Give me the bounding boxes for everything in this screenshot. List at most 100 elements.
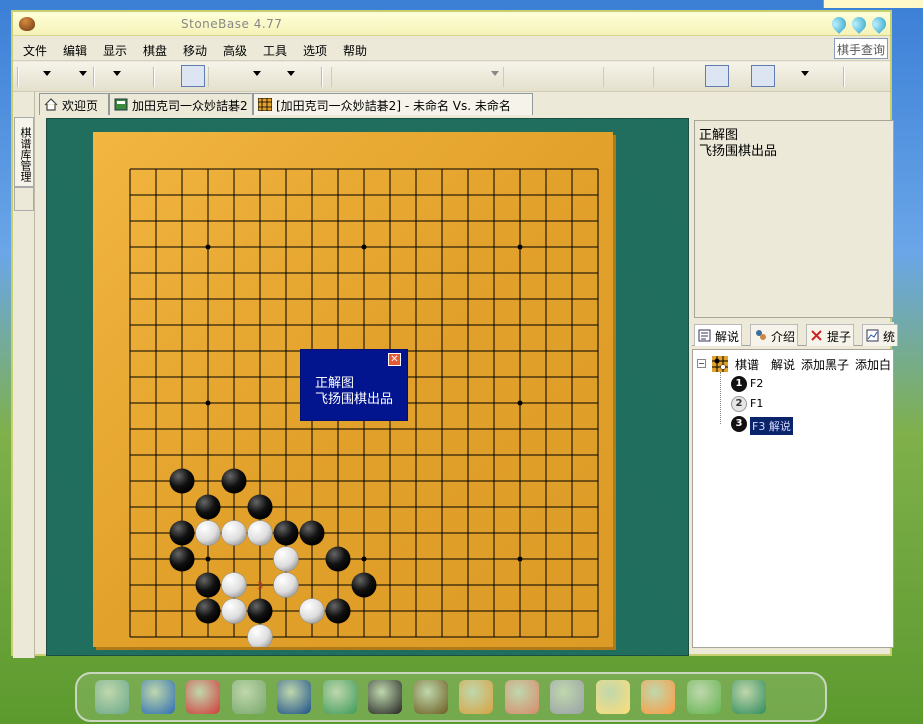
star-point — [361, 556, 367, 562]
app-logo-icon[interactable] — [19, 17, 35, 31]
database-icon — [114, 98, 128, 111]
toolbar-dropdown-arrow-icon[interactable] — [801, 71, 809, 76]
desktop-icon[interactable] — [95, 680, 129, 714]
toolbar-dropdown-arrow-icon[interactable] — [491, 71, 499, 76]
menu-move[interactable]: 移动 — [183, 42, 207, 59]
maximize-drop-icon[interactable] — [849, 14, 869, 34]
collapse-icon[interactable]: − — [697, 359, 706, 368]
toolbar-dropdown-arrow-icon[interactable] — [287, 71, 295, 76]
black-stone[interactable] — [195, 572, 221, 598]
capture-icon — [811, 330, 822, 341]
white-stone[interactable] — [221, 520, 247, 546]
mascot-icon[interactable] — [186, 680, 220, 714]
white-stone-icon: 2 — [731, 396, 747, 412]
tab-intro[interactable]: 介绍 — [750, 324, 799, 346]
white-stone[interactable] — [221, 572, 247, 598]
white-stone[interactable] — [273, 546, 299, 572]
toolbar-combo[interactable] — [653, 67, 703, 87]
chart-icon — [866, 329, 879, 342]
menu-tools[interactable]: 工具 — [263, 42, 287, 59]
toolbar-wide-combo[interactable] — [331, 67, 501, 87]
tab-stats[interactable]: 统 — [862, 324, 899, 346]
toolbar-combo[interactable] — [208, 67, 268, 87]
node-label: F3 解说 — [750, 417, 793, 435]
toolbar-dropdown-arrow-icon[interactable] — [253, 71, 261, 76]
monitor-icon[interactable] — [140, 680, 175, 714]
white-stone[interactable] — [195, 520, 221, 546]
menu-advanced[interactable]: 高级 — [223, 42, 247, 59]
toolbar-dropdown-arrow-icon[interactable] — [43, 71, 51, 76]
tree-action-comment[interactable]: 解说 — [771, 356, 795, 373]
black-stone[interactable] — [247, 598, 273, 624]
black-stone[interactable] — [325, 546, 351, 572]
menu-board[interactable]: 棋盘 — [143, 42, 167, 59]
toolbar-dropdown-arrow-icon[interactable] — [79, 71, 87, 76]
tree-action-add-white[interactable]: 添加白 — [855, 356, 891, 373]
chart-window-icon[interactable] — [459, 680, 493, 714]
black-stone[interactable] — [195, 494, 221, 520]
white-stone[interactable] — [299, 598, 325, 624]
tab-game[interactable]: [加田克司一众妙詰碁2] - 未命名 Vs. 未命名 — [253, 93, 533, 115]
tab-database[interactable]: 加田克司一众妙詰碁2 — [109, 93, 253, 115]
cat-icon[interactable] — [641, 680, 675, 714]
menu-edit[interactable]: 编辑 — [63, 42, 87, 59]
menu-help[interactable]: 帮助 — [343, 42, 367, 59]
tree-action-add-black[interactable]: 添加黑子 — [801, 356, 849, 373]
white-stone[interactable] — [273, 572, 299, 598]
black-stone[interactable] — [351, 572, 377, 598]
calendar-icon[interactable] — [595, 680, 630, 714]
tab-captures[interactable]: 提子 — [806, 324, 855, 346]
camera-icon[interactable] — [732, 680, 766, 714]
toolbar-combo[interactable] — [603, 67, 653, 87]
close-icon[interactable]: ✕ — [388, 353, 401, 366]
close-drop-icon[interactable] — [869, 14, 889, 34]
side-tab-library[interactable]: 棋谱库管理 — [14, 117, 34, 187]
media-icon[interactable] — [277, 680, 311, 714]
black-stone[interactable] — [221, 468, 247, 494]
black-stone[interactable] — [325, 598, 351, 624]
toolbar-combo[interactable] — [503, 67, 603, 87]
minimize-drop-icon[interactable] — [829, 14, 849, 34]
usb-icon[interactable] — [550, 680, 584, 714]
tab-label: 介绍 — [771, 330, 796, 344]
black-stone[interactable] — [169, 520, 195, 546]
menu-view[interactable]: 显示 — [103, 42, 127, 59]
qq-penguin-icon[interactable] — [368, 680, 402, 714]
side-panel: 棋谱库管理 — [13, 92, 35, 658]
white-stone[interactable] — [247, 520, 273, 546]
toolbar-view-button[interactable] — [705, 65, 729, 87]
toolbar-view-button[interactable] — [751, 65, 775, 87]
black-stone[interactable] — [169, 546, 195, 572]
comment-panel[interactable]: 正解图 飞扬围棋出品 — [694, 120, 894, 318]
white-stone[interactable] — [247, 624, 273, 648]
help-icon[interactable] — [686, 680, 721, 714]
title-bar[interactable]: StoneBase 4.77 — [13, 12, 890, 36]
tab-welcome[interactable]: 欢迎页 — [39, 93, 109, 115]
star-point — [205, 400, 211, 406]
black-stone[interactable] — [169, 468, 195, 494]
toolbar-grip — [17, 67, 19, 87]
black-stone[interactable] — [247, 494, 273, 520]
notepad-icon[interactable] — [231, 680, 266, 714]
white-stone[interactable] — [221, 598, 247, 624]
paint-icon[interactable] — [504, 680, 539, 714]
network-icon[interactable] — [322, 680, 357, 714]
tree-root-label[interactable]: 棋谱 — [735, 356, 759, 373]
dock-bar — [75, 672, 827, 722]
toolbar-separator — [153, 67, 155, 87]
toolbar-dropdown-arrow-icon[interactable] — [113, 71, 121, 76]
player-search-button[interactable]: 棋手查询 — [834, 38, 888, 59]
tab-label: [加田克司一众妙詰碁2] - 未命名 Vs. 未命名 — [276, 99, 511, 113]
black-stone[interactable] — [273, 520, 299, 546]
toolbar-board-button[interactable] — [181, 65, 205, 87]
star-point — [517, 400, 523, 406]
star-point — [205, 244, 211, 250]
menu-options[interactable]: 选项 — [303, 42, 327, 59]
game-tree-panel[interactable]: − 棋谱 解说 添加黑子 添加白 1 F2 2 F1 3 F3 解说 — [692, 349, 894, 648]
menu-file[interactable]: 文件 — [23, 42, 47, 59]
black-stone[interactable] — [299, 520, 325, 546]
side-tab-blank[interactable] — [14, 187, 34, 211]
black-stone[interactable] — [195, 598, 221, 624]
book-icon[interactable] — [413, 680, 448, 714]
tab-commentary[interactable]: 解说 — [694, 324, 743, 346]
